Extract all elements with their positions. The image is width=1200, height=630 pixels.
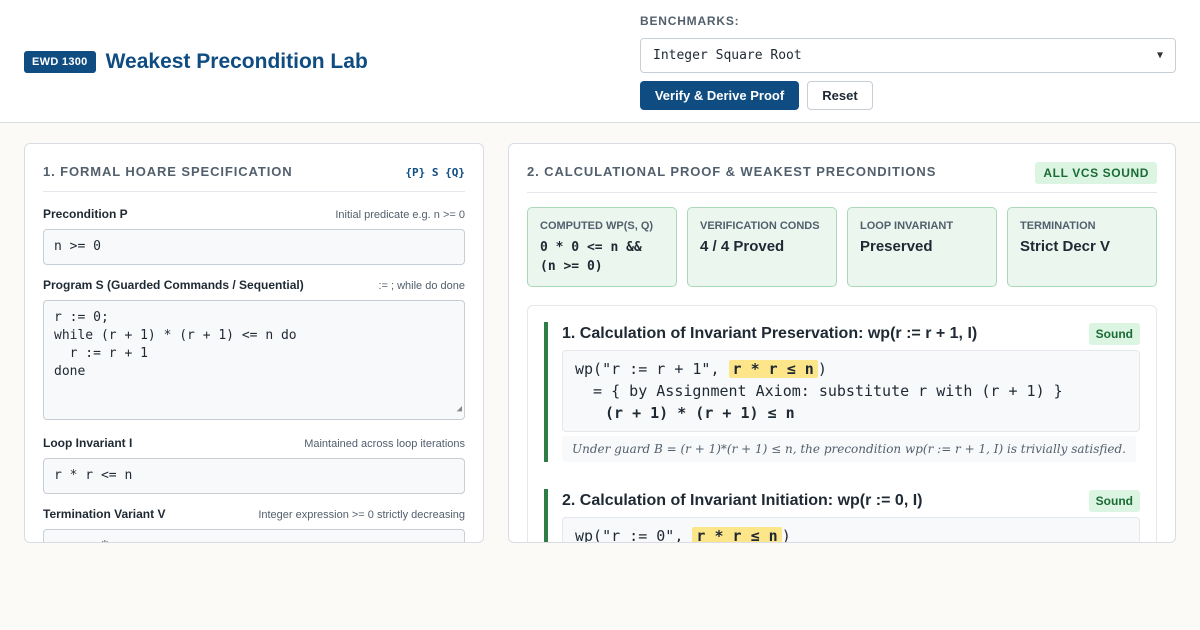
hoare-spec-panel: 1. FORMAL HOARE SPECIFICATION {P} S {Q} … — [24, 143, 484, 543]
stat-value: 4 / 4 Proved — [700, 238, 785, 255]
stat-value: Preserved — [860, 238, 933, 255]
proof-step-preservation: 1. Calculation of Invariant Preservation… — [544, 322, 1140, 462]
proof-step-initiation: 2. Calculation of Invariant Initiation: … — [544, 489, 1140, 543]
variant-field: Termination Variant V Integer expression… — [43, 507, 465, 542]
app-title: Weakest Precondition Lab — [105, 50, 368, 73]
program-textarea[interactable]: r := 0; while (r + 1) * (r + 1) <= n do … — [43, 300, 465, 420]
step-sound-badge: Sound — [1088, 323, 1140, 345]
step-title: 1. Calculation of Invariant Preservation… — [562, 325, 978, 342]
program-label: Program S (Guarded Commands / Sequential… — [43, 278, 304, 292]
proof-steps: 1. Calculation of Invariant Preservation… — [527, 305, 1157, 543]
stat-label: COMPUTED WP(S, Q) — [540, 220, 654, 232]
stat-label: TERMINATION — [1020, 220, 1096, 232]
wp-prefix: wp("r := 0", — [575, 527, 693, 543]
proof-panel: 2. CALCULATIONAL PROOF & WEAKEST PRECOND… — [508, 143, 1176, 543]
app-header: EWD 1300 Weakest Precondition Lab BENCHM… — [0, 0, 1200, 123]
stat-value: 0 * 0 <= n && (n >= 0) — [540, 240, 642, 274]
chevron-down-icon: ▼ — [1156, 50, 1163, 61]
benchmarks-label: BENCHMARKS: — [640, 14, 740, 28]
invariant-hint: Maintained across loop iterations — [304, 438, 465, 450]
wp-suffix: ) — [817, 360, 827, 378]
postcondition-highlight: r * r ≤ n — [692, 527, 782, 542]
stat-computed-wp: COMPUTED WP(S, Q) 0 * 0 <= n && (n >= 0) — [527, 207, 677, 287]
stat-loop-invariant: LOOP INVARIANT Preserved — [847, 207, 997, 287]
benchmark-select[interactable]: Integer Square Root ▼ — [640, 38, 1176, 73]
stat-label: VERIFICATION CONDS — [700, 220, 820, 232]
proof-panel-title: 2. CALCULATIONAL PROOF & WEAKEST PRECOND… — [527, 164, 937, 179]
status-badge: ALL VCS SOUND — [1035, 162, 1157, 184]
precondition-hint: Initial predicate e.g. n >= 0 — [335, 209, 465, 221]
proof-panel-header: 2. CALCULATIONAL PROOF & WEAKEST PRECOND… — [527, 162, 1157, 193]
calculation-block: wp("r := 0", r * r ≤ n) — [562, 517, 1140, 543]
reset-button[interactable]: Reset — [807, 81, 873, 110]
precondition-field: Precondition P Initial predicate e.g. n … — [43, 207, 465, 265]
calc-hint-line: = { by Assignment Axiom: substitute r wi… — [575, 382, 1063, 400]
invariant-field: Loop Invariant I Maintained across loop … — [43, 436, 465, 494]
brand: EWD 1300 Weakest Precondition Lab — [24, 50, 368, 74]
calculation-block: wp("r := r + 1", r * r ≤ n) = { by Assig… — [562, 350, 1140, 432]
proof-note: Under guard B = (r + 1)*(r + 1) ≤ n, the… — [562, 436, 1136, 462]
spec-panel-title: 1. FORMAL HOARE SPECIFICATION — [43, 164, 293, 179]
step-title: 2. Calculation of Invariant Initiation: … — [562, 492, 923, 509]
verify-derive-button[interactable]: Verify & Derive Proof — [640, 81, 799, 110]
stat-value: Strict Decr V — [1020, 238, 1111, 255]
resize-handle-icon[interactable]: ◢ — [457, 400, 462, 418]
variant-input[interactable]: n - r * r — [43, 529, 465, 542]
variant-label: Termination Variant V — [43, 507, 166, 521]
program-hint: := ; while do done — [378, 280, 465, 292]
stat-termination: TERMINATION Strict Decr V — [1007, 207, 1157, 287]
ewd-badge: EWD 1300 — [24, 51, 96, 73]
postcondition-highlight: r * r ≤ n — [728, 360, 818, 378]
stat-label: LOOP INVARIANT — [860, 220, 954, 232]
benchmark-selected-value: Integer Square Root — [653, 48, 802, 63]
calc-result-line: (r + 1) * (r + 1) ≤ n — [605, 404, 795, 422]
stat-verification-conds: VERIFICATION CONDS 4 / 4 Proved — [687, 207, 837, 287]
hoare-triple-tag: {P} S {Q} — [405, 166, 465, 179]
step-sound-badge: Sound — [1088, 490, 1140, 512]
precondition-label: Precondition P — [43, 207, 128, 221]
spec-panel-header: 1. FORMAL HOARE SPECIFICATION {P} S {Q} — [43, 164, 465, 192]
program-text: r := 0; while (r + 1) * (r + 1) <= n do … — [54, 310, 297, 379]
invariant-input[interactable]: r * r <= n — [43, 458, 465, 494]
precondition-input[interactable]: n >= 0 — [43, 229, 465, 265]
variant-hint: Integer expression >= 0 strictly decreas… — [258, 509, 465, 521]
invariant-label: Loop Invariant I — [43, 436, 133, 450]
wp-suffix: ) — [781, 527, 791, 543]
stat-cards: COMPUTED WP(S, Q) 0 * 0 <= n && (n >= 0)… — [527, 207, 1157, 287]
wp-prefix: wp("r := r + 1", — [575, 360, 729, 378]
program-field: Program S (Guarded Commands / Sequential… — [43, 278, 465, 420]
